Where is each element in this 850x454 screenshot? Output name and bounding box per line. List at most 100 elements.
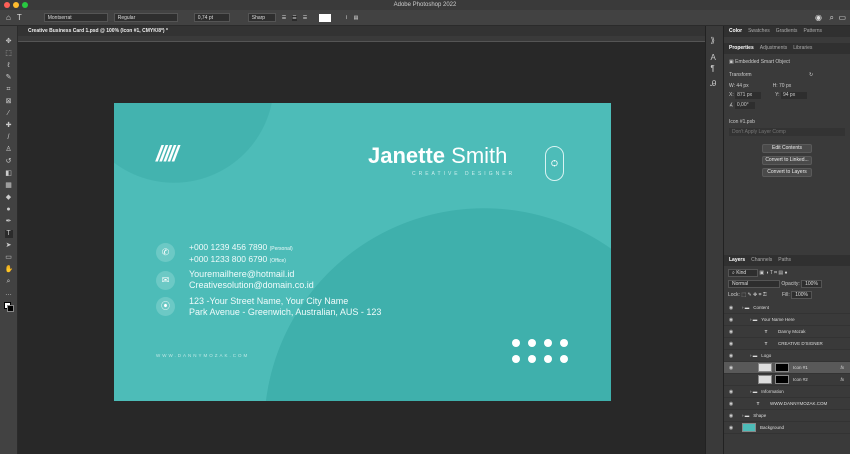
gradient-tool-icon[interactable]: ▦ [5, 182, 13, 190]
type-tool-icon[interactable]: T [17, 13, 22, 22]
path-select-tool-icon[interactable]: ➤ [5, 242, 13, 250]
layer-row[interactable]: ◉ › ▬ Shape [724, 410, 850, 422]
eyedropper-tool-icon[interactable]: ⁄ [5, 110, 13, 118]
layer-row[interactable]: ◉ T WWW.DANNYMOZAK.COM [724, 398, 850, 410]
layer-row[interactable]: ◉ T Danny Mozak [724, 326, 850, 338]
healing-tool-icon[interactable]: ✚ [5, 122, 13, 130]
visibility-eye-icon[interactable]: ◉ [724, 341, 738, 347]
tab-libraries[interactable]: Libraries [793, 43, 812, 54]
visibility-eye-icon[interactable]: ◉ [724, 401, 738, 407]
home-icon[interactable]: ⌂ [6, 13, 11, 22]
maximize-window-button[interactable] [22, 2, 28, 8]
folder-icon[interactable]: › ▬ [750, 317, 757, 322]
height-value[interactable]: H: 70 px [773, 83, 792, 89]
close-window-button[interactable] [4, 2, 10, 8]
blur-tool-icon[interactable]: ◆ [5, 194, 13, 202]
y-input[interactable]: 94 px [780, 92, 807, 99]
font-size-select[interactable]: 0,74 pt [193, 13, 230, 22]
tab-gradients[interactable]: Gradients [776, 26, 798, 37]
tab-adjustments[interactable]: Adjustments [760, 43, 788, 54]
color-swatches[interactable] [3, 302, 14, 312]
hand-tool-icon[interactable]: ✋ [5, 266, 14, 274]
folder-icon[interactable]: › ▬ [750, 389, 757, 394]
font-family-select[interactable]: Montserrat [43, 13, 108, 22]
type-tool-icon[interactable]: T [4, 230, 13, 238]
fill-input[interactable]: 100% [791, 291, 812, 299]
search-icon[interactable]: ⌕ [830, 13, 834, 23]
workspace-icon[interactable]: ▭ [838, 13, 846, 22]
lasso-tool-icon[interactable]: ℓ [5, 62, 13, 70]
layer-row[interactable]: Icon #2 fx [724, 374, 850, 386]
reset-transform-icon[interactable]: ↻ [809, 72, 813, 78]
zoom-tool-icon[interactable]: ⌕ [5, 278, 13, 286]
pen-tool-icon[interactable]: ✒ [5, 218, 13, 226]
folder-icon[interactable]: › ▬ [742, 413, 749, 418]
tab-channels[interactable]: Channels [751, 255, 772, 266]
paragraph-panel-icon[interactable]: ¶ [711, 64, 719, 73]
layer-row[interactable]: ◉ › ▬ Information [724, 386, 850, 398]
history-brush-icon[interactable]: ↺ [5, 158, 13, 166]
stamp-tool-icon[interactable]: ♙ [5, 146, 13, 154]
fx-icon[interactable]: fx [840, 365, 844, 370]
filter-icons[interactable]: ▣ ◑ T ⌗ ▤ ● [759, 270, 787, 276]
minimize-window-button[interactable] [13, 2, 19, 8]
layer-row[interactable]: ◉ Icon #1 fx [724, 362, 850, 374]
layer-mask-thumbnail[interactable] [775, 375, 789, 384]
layer-row[interactable]: ◉ › ▬ Logo [724, 350, 850, 362]
width-value[interactable]: W: 44 px [729, 83, 749, 89]
align-left-icon[interactable]: ☰ [282, 15, 286, 21]
x-input[interactable]: 871 px [735, 92, 762, 99]
layer-row[interactable]: ◉ › ▬ Content [724, 302, 850, 314]
layer-row[interactable]: ◉ Background [724, 422, 850, 434]
visibility-eye-icon[interactable]: ◉ [724, 317, 738, 323]
folder-icon[interactable]: › ▬ [750, 353, 757, 358]
tab-layers[interactable]: Layers [729, 255, 745, 266]
layer-row[interactable]: ◉ › ▬ Your Name Here [724, 314, 850, 326]
angle-input[interactable]: 0,00° [734, 102, 755, 109]
eraser-tool-icon[interactable]: ◧ [5, 170, 13, 178]
visibility-eye-icon[interactable]: ◉ [724, 365, 738, 371]
layer-comp-select[interactable]: Don't Apply Layer Comp [729, 128, 845, 136]
folder-icon[interactable]: › ▬ [742, 305, 749, 310]
opacity-input[interactable]: 100% [801, 280, 822, 288]
move-tool-icon[interactable]: ✥ [5, 38, 13, 46]
align-center-icon[interactable]: ☰ [292, 14, 297, 21]
document-tab[interactable]: Creative Business Card 1.psd @ 100% (Ico… [18, 26, 705, 36]
font-style-select[interactable]: Regular [113, 13, 178, 22]
warp-text-icon[interactable]: ⌇ [345, 15, 347, 21]
text-color-swatch[interactable] [319, 13, 332, 22]
history-panel-icon[interactable]: ⟫ [711, 36, 719, 45]
tab-swatches[interactable]: Swatches [748, 26, 770, 37]
dodge-tool-icon[interactable]: ● [5, 206, 13, 214]
visibility-eye-icon[interactable]: ◉ [724, 305, 738, 311]
tab-color[interactable]: Color [729, 26, 742, 37]
character-panel-icon[interactable]: ▤ [354, 15, 359, 21]
visibility-eye-icon[interactable]: ◉ [724, 389, 738, 395]
edit-contents-button[interactable]: Edit Contents [762, 144, 812, 153]
quick-select-tool-icon[interactable]: ✎ [5, 74, 13, 82]
lock-icons[interactable]: ⬚ ✎ ✥ ⌗ ⚿ [741, 292, 766, 298]
layer-row[interactable]: ◉ T CREATIVE D'SIGNER [724, 338, 850, 350]
visibility-eye-icon[interactable]: ◉ [724, 413, 738, 419]
blend-mode-select[interactable]: Normal [728, 280, 780, 288]
tab-paths[interactable]: Paths [778, 255, 791, 266]
glyphs-panel-icon[interactable]: Ꭿ [711, 79, 719, 89]
antialias-select[interactable]: Sharp [247, 13, 276, 22]
shape-tool-icon[interactable]: ▭ [5, 254, 13, 262]
layer-mask-thumbnail[interactable] [775, 363, 789, 372]
convert-to-linked-button[interactable]: Convert to Linked... [762, 156, 812, 165]
filter-kind-select[interactable]: ⌕ Kind [728, 269, 758, 277]
visibility-eye-icon[interactable]: ◉ [724, 425, 738, 431]
more-tools-icon[interactable]: … [5, 290, 13, 298]
marquee-tool-icon[interactable]: ⬚ [5, 50, 13, 58]
align-right-icon[interactable]: ☰ [303, 15, 307, 21]
tab-patterns[interactable]: Patterns [803, 26, 822, 37]
convert-to-layers-button[interactable]: Convert to Layers [762, 168, 812, 177]
frame-tool-icon[interactable]: ⊠ [5, 98, 13, 106]
visibility-eye-icon[interactable]: ◉ [724, 353, 738, 359]
character-panel-icon[interactable]: A [711, 53, 719, 62]
fx-icon[interactable]: fx [840, 377, 844, 382]
tab-properties[interactable]: Properties [729, 43, 754, 54]
user-icon[interactable]: ◉ [815, 13, 822, 22]
crop-tool-icon[interactable]: ⌗ [5, 86, 13, 94]
